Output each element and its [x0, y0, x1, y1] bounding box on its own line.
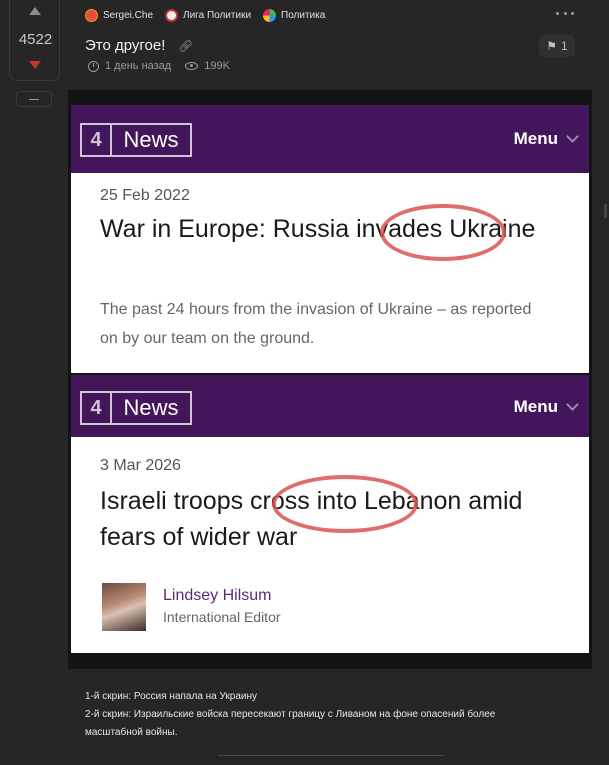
community-liga-icon — [165, 9, 179, 22]
post-image[interactable]: 4 News Menu 25 Feb 2022 War in Europe: R… — [68, 90, 592, 669]
views-text: 199K — [204, 60, 230, 72]
article-date: 25 Feb 2022 — [100, 187, 190, 204]
post-tags: Sergei.Che Лига Политики Политика — [85, 9, 325, 22]
vote-rail: 4522 — [0, 0, 68, 765]
news-menu: Menu — [513, 397, 579, 417]
logo-digit: 4 — [82, 393, 112, 423]
channel4-news-logo: 4 News — [80, 391, 192, 425]
community-link-liga[interactable]: Лига Политики — [165, 9, 251, 22]
logo-text: News — [123, 395, 179, 420]
article-date: 3 Mar 2026 — [100, 457, 181, 474]
link-icon[interactable]: 🔗︎ — [178, 39, 193, 53]
chevron-down-icon — [566, 130, 579, 143]
time-text: 1 день назад — [105, 60, 172, 72]
caption-line: 2-й скрин: Израильские войска пересекают… — [85, 709, 496, 738]
collapse-button[interactable] — [16, 91, 52, 107]
menu-label: Menu — [513, 397, 558, 416]
post-meta: 1 день назад 199K — [88, 60, 230, 72]
article-summary: The past 24 hours from the invasion of U… — [100, 301, 532, 347]
scrollbar[interactable] — [604, 204, 607, 218]
channel4-news-logo: 4 News — [80, 123, 192, 157]
logo-text: News — [123, 127, 179, 152]
clock-icon — [88, 60, 99, 72]
community-name: Политика — [281, 10, 326, 21]
divider — [218, 755, 444, 756]
community-politics-icon — [263, 9, 277, 22]
post-caption: 1-й скрин: Россия напала на Украину 2-й … — [85, 688, 555, 742]
comments-icon: ⚑ — [546, 39, 558, 53]
chevron-down-icon — [566, 398, 579, 411]
community-link-politics[interactable]: Политика — [263, 9, 325, 22]
article-card: 3 Mar 2026 Israeli troops cross into Leb… — [71, 437, 589, 653]
author-photo — [102, 583, 146, 631]
post-title[interactable]: Это другое! — [85, 37, 165, 54]
downvote-icon[interactable] — [29, 61, 41, 69]
more-icon[interactable] — [556, 12, 574, 16]
upvote-icon[interactable] — [29, 7, 41, 15]
news-menu: Menu — [513, 129, 579, 149]
author-avatar-icon — [85, 9, 98, 22]
author-name: Sergei.Che — [103, 10, 154, 21]
post-views: 199K — [185, 60, 230, 72]
news-header: 4 News Menu — [71, 105, 589, 173]
comments-count: 1 — [561, 39, 568, 53]
post-time: 1 день назад — [88, 60, 171, 72]
menu-label: Menu — [513, 129, 558, 148]
caption-line: 1-й скрин: Россия напала на Украину — [85, 691, 258, 702]
article-author-role: International Editor — [163, 609, 281, 625]
author-link[interactable]: Sergei.Che — [85, 9, 153, 22]
vote-count: 4522 — [18, 31, 53, 48]
highlight-circle — [380, 204, 506, 261]
article-card: 25 Feb 2022 War in Europe: Russia invade… — [71, 173, 589, 373]
article-author-name: Lindsey Hilsum — [163, 587, 272, 604]
comments-button[interactable]: ⚑ 1 — [539, 35, 575, 57]
eye-icon — [185, 62, 199, 70]
highlight-circle — [272, 475, 418, 533]
vote-box: 4522 — [9, 0, 60, 81]
logo-digit: 4 — [82, 125, 112, 155]
news-header: 4 News Menu — [71, 375, 589, 437]
community-name: Лига Политики — [183, 10, 252, 21]
